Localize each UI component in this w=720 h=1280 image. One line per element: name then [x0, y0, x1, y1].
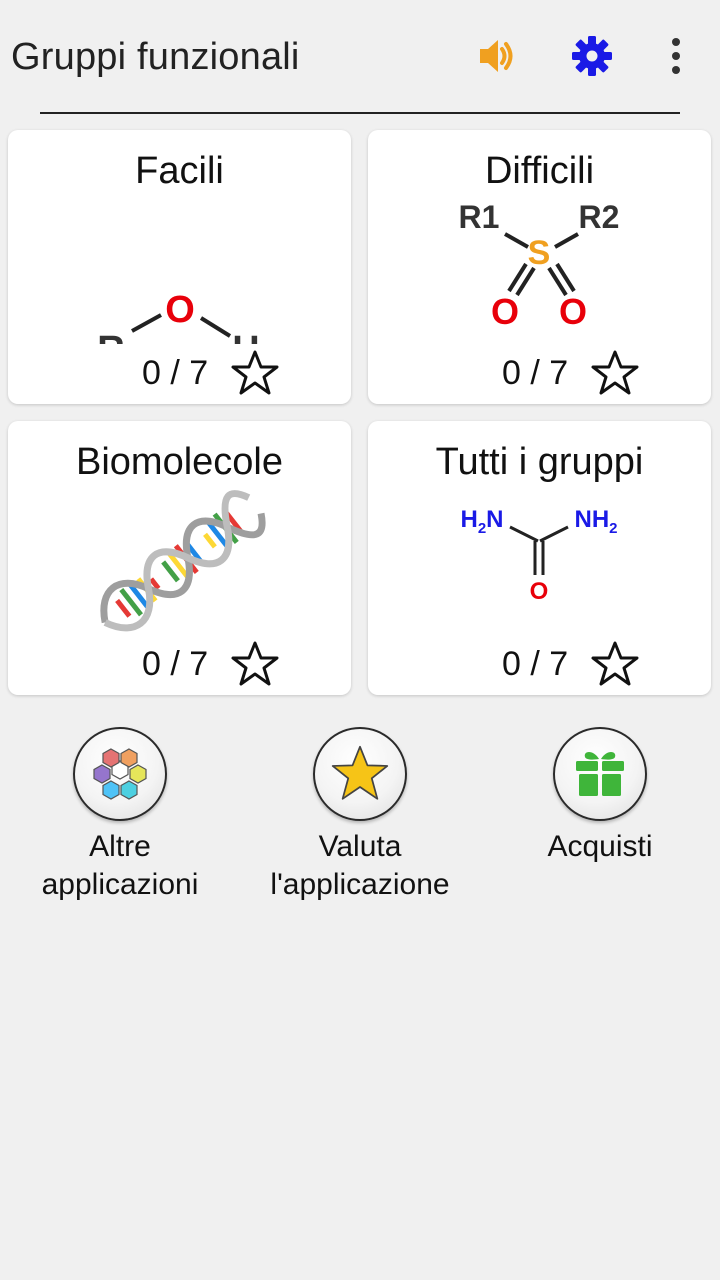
hexagon-flower-icon [93, 748, 147, 800]
app-title: Gruppi funzionali [11, 36, 300, 78]
card-score: 0 / 7 [502, 354, 569, 392]
atom-h: H [232, 329, 259, 344]
atom-o: O [165, 289, 195, 331]
atom-s: S [528, 234, 551, 272]
urea-nh2-left: H2N [460, 506, 503, 537]
card-difficili[interactable]: Difficili R1 R2 S O O 0 / 7 [368, 130, 711, 404]
purchases-button[interactable] [553, 727, 647, 821]
rate-app-label: Valuta l'applicazione [270, 830, 450, 901]
speaker-icon [480, 40, 513, 72]
other-apps-label: Altre applicazioni [41, 830, 199, 901]
urea-structure-icon: H2N NH2 O [460, 506, 617, 605]
urea-o: O [530, 578, 549, 605]
star-outline-icon [231, 350, 279, 395]
card-score: 0 / 7 [502, 645, 569, 683]
rate-app-button[interactable] [313, 727, 407, 821]
card-score: 0 / 7 [142, 645, 209, 683]
settings-button[interactable] [562, 26, 622, 86]
gear-icon [572, 36, 612, 76]
card-title: Difficili [484, 150, 595, 192]
atom-o-right: O [559, 291, 587, 332]
atom-r: R [97, 329, 124, 344]
card-tutti-i-gruppi[interactable]: Tutti i gruppi H2N NH2 O 0 / 7 [368, 421, 711, 695]
overflow-menu-button[interactable] [646, 26, 706, 86]
card-facili[interactable]: Facili R O H 0 / 7 [8, 130, 351, 404]
gold-star-icon [331, 745, 389, 800]
card-score: 0 / 7 [142, 354, 209, 392]
star-outline-icon [591, 641, 639, 686]
card-title: Biomolecole [76, 441, 283, 483]
app-bar: Gruppi funzionali [0, 0, 720, 112]
card-title: Tutti i gruppi [435, 441, 644, 483]
card-biomolecole[interactable]: Biomolecole 0 / 7 [8, 421, 351, 695]
atom-r2: R2 [579, 199, 620, 235]
star-outline-icon [591, 350, 639, 395]
alcohol-structure-icon: R O H [97, 289, 259, 344]
sulfone-structure-icon: R1 R2 S O O [459, 199, 620, 332]
more-vert-icon [672, 38, 680, 74]
dna-helix-icon [100, 490, 266, 632]
other-apps-button[interactable] [73, 727, 167, 821]
star-outline-icon [231, 641, 279, 686]
atom-r1: R1 [459, 199, 500, 235]
sound-button[interactable] [466, 26, 526, 86]
card-title: Facili [135, 150, 224, 192]
header-divider [40, 112, 680, 114]
urea-nh2-right: NH2 [574, 506, 617, 537]
purchases-label: Acquisti [547, 830, 653, 863]
gift-icon [576, 752, 624, 796]
atom-o-left: O [491, 291, 519, 332]
